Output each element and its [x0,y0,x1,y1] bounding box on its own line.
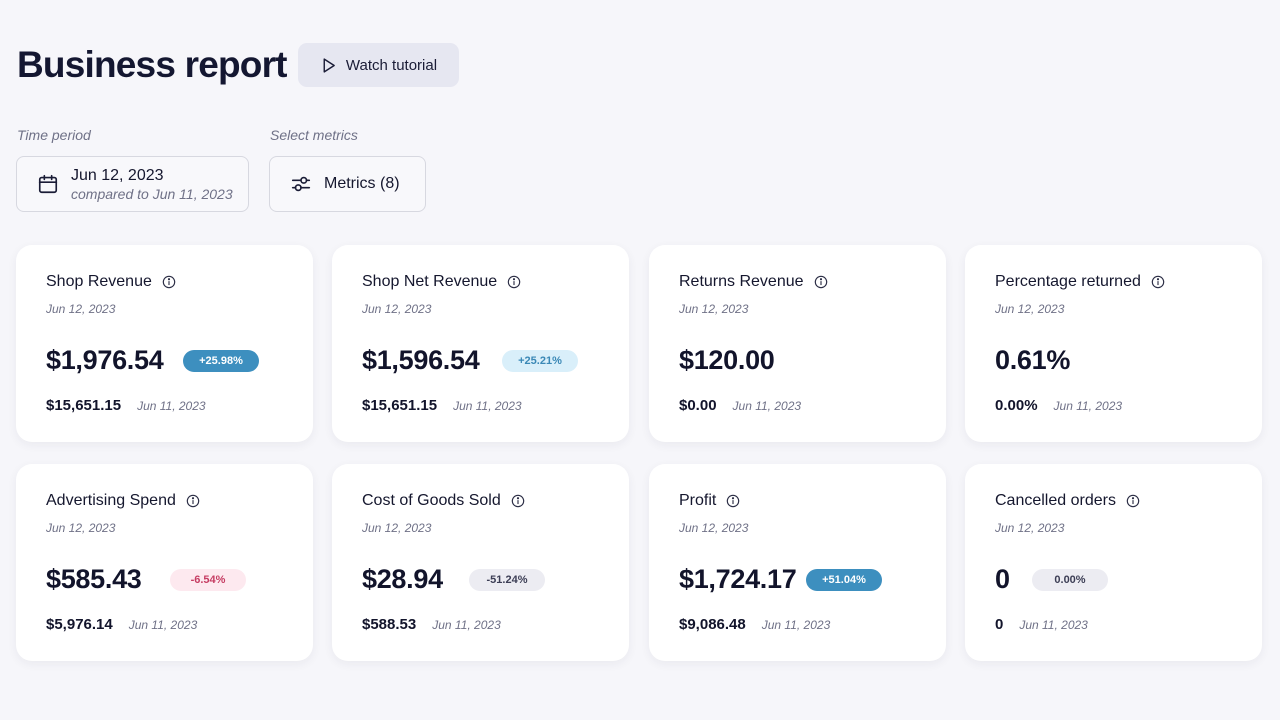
sliders-icon [291,176,311,192]
card-date: Jun 12, 2023 [362,521,432,535]
card-value: 0 [995,564,1010,594]
card-previous: $0.00 Jun 11, 2023 [679,397,801,414]
previous-value: $0.00 [679,397,717,414]
card-date: Jun 12, 2023 [362,302,432,316]
page-header: Business report Watch tutorial [17,43,459,87]
card-title: Returns Revenue [679,273,804,290]
card-previous: $9,086.48 Jun 11, 2023 [679,616,830,633]
info-icon[interactable] [507,275,521,289]
date-text: Jun 12, 2023 compared to Jun 11, 2023 [71,166,233,203]
info-icon[interactable] [726,494,740,508]
previous-value: $588.53 [362,616,417,633]
previous-date: Jun 11, 2023 [732,399,802,413]
info-icon[interactable] [1126,494,1140,508]
previous-date: Jun 11, 2023 [761,618,831,632]
card-title-row: Profit [679,492,740,510]
metric-card-shop-net-revenue[interactable]: Shop Net Revenue Jun 12, 2023 $1,596.54 … [332,245,629,442]
card-title: Cost of Goods Sold [362,492,501,509]
card-title-row: Cancelled orders [995,492,1140,510]
card-title: Shop Net Revenue [362,273,498,290]
previous-date: Jun 11, 2023 [1019,618,1088,632]
card-previous: $15,651.15 Jun 11, 2023 [362,397,522,414]
card-value: $1,596.54 [362,345,480,375]
date-picker-button[interactable]: Jun 12, 2023 compared to Jun 11, 2023 [16,156,249,212]
card-title: Profit [679,492,717,509]
card-date: Jun 12, 2023 [46,302,116,316]
previous-value: $15,651.15 [362,397,438,414]
card-title: Cancelled orders [995,492,1116,509]
card-date: Jun 12, 2023 [995,521,1065,535]
change-badge: +25.21% [502,350,578,372]
card-previous: 0 Jun 11, 2023 [995,616,1088,633]
metrics-button-label: Metrics (8) [324,175,400,192]
time-period-label: Time period [17,127,91,143]
metric-card-shop-revenue[interactable]: Shop Revenue Jun 12, 2023 $1,976.54 +25.… [16,245,313,442]
card-title-row: Percentage returned [995,273,1165,291]
card-value: 0.61% [995,345,1071,375]
previous-value: $15,651.15 [46,397,122,414]
card-title: Advertising Spend [46,492,176,509]
card-title-row: Shop Revenue [46,273,176,291]
card-date: Jun 12, 2023 [679,521,749,535]
change-badge: +51.04% [806,569,882,591]
card-value: $120.00 [679,345,775,375]
metric-card-cancelled-orders[interactable]: Cancelled orders Jun 12, 2023 0 0.00% 0 … [965,464,1262,661]
business-report-page: Business report Watch tutorial Time peri… [0,0,1280,720]
metric-card-returns-revenue[interactable]: Returns Revenue Jun 12, 2023 $120.00 $0.… [649,245,946,442]
card-value: $1,724.17 [679,564,797,594]
card-title-row: Shop Net Revenue [362,273,521,291]
info-icon[interactable] [814,275,828,289]
selected-date: Jun 12, 2023 [71,166,164,184]
card-previous: $15,651.15 Jun 11, 2023 [46,397,206,414]
info-icon[interactable] [186,494,200,508]
play-icon [323,57,335,73]
info-icon[interactable] [511,494,525,508]
metric-card-profit[interactable]: Profit Jun 12, 2023 $1,724.17 +51.04% $9… [649,464,946,661]
change-badge: -51.24% [469,569,545,591]
info-icon[interactable] [1151,275,1165,289]
previous-date: Jun 11, 2023 [128,618,198,632]
metric-card-percentage-returned[interactable]: Percentage returned Jun 12, 2023 0.61% 0… [965,245,1262,442]
card-title: Shop Revenue [46,273,152,290]
card-date: Jun 12, 2023 [995,302,1065,316]
metric-card-cost-of-goods-sold[interactable]: Cost of Goods Sold Jun 12, 2023 $28.94 -… [332,464,629,661]
page-title: Business report [17,44,288,85]
info-icon[interactable] [162,275,176,289]
card-date: Jun 12, 2023 [679,302,749,316]
watch-tutorial-label: Watch tutorial [345,56,438,74]
metric-card-advertising-spend[interactable]: Advertising Spend Jun 12, 2023 $585.43 -… [16,464,313,661]
change-badge: +25.98% [183,350,259,372]
previous-value: $5,976.14 [46,616,113,633]
card-title-row: Returns Revenue [679,273,828,291]
select-metrics-label: Select metrics [270,127,358,143]
card-previous: $588.53 Jun 11, 2023 [362,616,501,633]
card-previous: 0.00% Jun 11, 2023 [995,397,1122,414]
card-date: Jun 12, 2023 [46,521,116,535]
previous-date: Jun 11, 2023 [432,618,501,632]
previous-date: Jun 11, 2023 [453,399,522,413]
card-previous: $5,976.14 Jun 11, 2023 [46,616,197,633]
compared-date: compared to Jun 11, 2023 [71,185,233,202]
previous-value: 0.00% [995,397,1038,414]
watch-tutorial-button[interactable]: Watch tutorial [298,43,459,87]
metrics-selector-button[interactable]: Metrics (8) [269,156,426,212]
card-title: Percentage returned [995,273,1141,290]
change-badge: 0.00% [1032,569,1108,591]
previous-value: $9,086.48 [679,616,746,633]
card-title-row: Cost of Goods Sold [362,492,525,510]
calendar-icon [38,174,58,194]
previous-date: Jun 11, 2023 [137,399,206,413]
card-title-row: Advertising Spend [46,492,200,510]
previous-date: Jun 11, 2023 [1053,399,1123,413]
previous-value: 0 [995,616,1004,633]
card-value: $1,976.54 [46,345,164,375]
change-badge: -6.54% [170,569,246,591]
card-value: $28.94 [362,564,443,594]
card-value: $585.43 [46,564,142,594]
